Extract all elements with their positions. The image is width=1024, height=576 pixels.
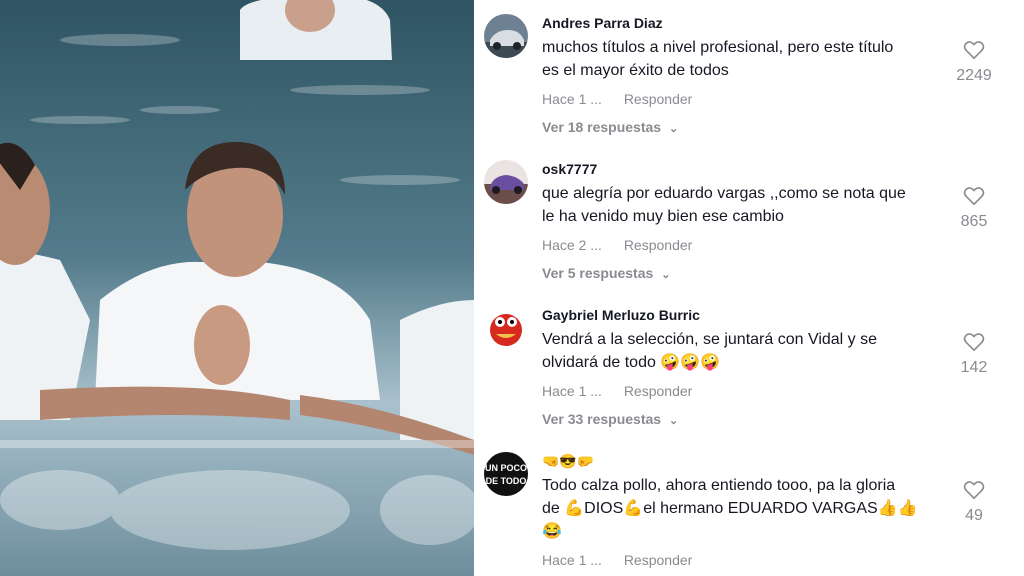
heart-outline-icon	[963, 481, 985, 500]
laughing-emoji: 😂	[542, 523, 562, 540]
video-player[interactable]	[0, 0, 474, 576]
comments-panel: Andres Parra Diaz muchos títulos a nivel…	[474, 0, 1024, 576]
comment-text-fragment: olvidará de todo	[542, 354, 656, 371]
like-count: 142	[960, 359, 988, 376]
comment-text: Todo calza pollo, ahora entiendo tooo, p…	[542, 474, 942, 543]
comment-username[interactable]: 🤜😎🤛	[542, 452, 942, 470]
comment-time: Hace 1 ...	[542, 91, 602, 107]
view-replies-label: Ver 18 respuestas	[542, 119, 662, 135]
like-button[interactable]: 49	[944, 480, 1004, 525]
comment-text-fragment: de	[542, 500, 565, 517]
view-replies-label: Ver 33 respuestas	[542, 411, 662, 427]
like-button[interactable]: 2249	[944, 40, 1004, 85]
like-button[interactable]: 865	[944, 186, 1004, 231]
comment-text-fragment: DIOS	[584, 500, 624, 517]
comment-text-line: Vendrá a la selección, se juntará con Vi…	[542, 331, 878, 348]
comment-text: que alegría por eduardo vargas ,,como se…	[542, 182, 942, 228]
comment-meta: Hace 1 ... Responder	[542, 382, 942, 400]
heart-outline-icon	[963, 41, 985, 60]
chevron-down-icon: ⌄	[661, 269, 671, 281]
flexed-biceps-emoji: 💪	[623, 500, 644, 517]
comment-meta: Hace 2 ... Responder	[542, 236, 942, 254]
zany-face-emoji: 🤪🤪🤪	[660, 354, 721, 371]
comment-meta: Hace 1 ... Responder	[542, 90, 942, 108]
reply-button[interactable]: Responder	[624, 91, 693, 107]
comment-time: Hace 1 ...	[542, 552, 602, 568]
heart-outline-icon	[963, 333, 985, 352]
thumbs-up-emoji: 👍👍	[877, 500, 918, 517]
chevron-down-icon: ⌄	[668, 123, 679, 135]
reply-button[interactable]: Responder	[624, 552, 693, 568]
reply-button[interactable]: Responder	[624, 383, 693, 399]
reply-button[interactable]: Responder	[624, 237, 693, 253]
comment-text: muchos títulos a nivel profesional, pero…	[542, 36, 942, 82]
heart-outline-icon	[963, 187, 985, 206]
comment-text-line: olvidará de todo 🤪🤪🤪	[542, 351, 942, 374]
comment-username[interactable]: Andres Parra Diaz	[542, 14, 942, 32]
comment-text-line: es el mayor éxito de todos	[542, 62, 729, 79]
comment-username[interactable]: Gaybriel Merluzo Burric	[542, 306, 942, 324]
view-replies-button[interactable]: Ver 33 respuestas ⌄	[542, 410, 942, 430]
avatar[interactable]: UN POCO DE TODO	[484, 452, 528, 496]
view-replies-button[interactable]: Ver 5 respuestas ⌄	[542, 264, 942, 284]
baptism-video-frame	[0, 0, 474, 576]
like-count: 49	[965, 507, 983, 524]
comment-time: Hace 1 ...	[542, 383, 602, 399]
like-count: 865	[960, 213, 988, 230]
comment-text: Vendrá a la selección, se juntará con Vi…	[542, 328, 942, 374]
comment-username[interactable]: osk7777	[542, 160, 942, 178]
comment-meta: Hace 1 ... Responder	[542, 551, 942, 569]
flexed-biceps-emoji: 💪	[564, 500, 585, 517]
comment-text-line: Todo calza pollo, ahora entiendo tooo, p…	[542, 477, 896, 494]
comment-text-line: muchos títulos a nivel profesional, pero…	[542, 39, 894, 56]
avatar[interactable]	[484, 160, 528, 204]
chevron-down-icon: ⌄	[668, 415, 679, 427]
comment-text-line: 😂	[542, 520, 942, 543]
avatar[interactable]	[484, 14, 528, 58]
view-replies-button[interactable]: Ver 18 respuestas ⌄	[542, 118, 942, 138]
comment-text-line: le ha venido muy bien ese cambio	[542, 208, 784, 225]
comment-text-line: que alegría por eduardo vargas ,,como se…	[542, 185, 906, 202]
like-button[interactable]: 142	[944, 332, 1004, 377]
svg-text:DE TODO: DE TODO	[486, 476, 527, 486]
svg-text:UN POCO: UN POCO	[485, 463, 527, 473]
view-replies-label: Ver 5 respuestas	[542, 265, 654, 281]
fist-bump-sunglasses-emoji: 🤜😎🤛	[542, 453, 595, 469]
like-count: 2249	[956, 67, 992, 84]
comment-time: Hace 2 ...	[542, 237, 602, 253]
comment-text-fragment: el hermano EDUARDO VARGAS	[643, 500, 878, 517]
avatar[interactable]	[484, 306, 528, 350]
comment-text-line: de 💪DIOS💪el hermano EDUARDO VARGAS👍👍	[542, 497, 942, 520]
